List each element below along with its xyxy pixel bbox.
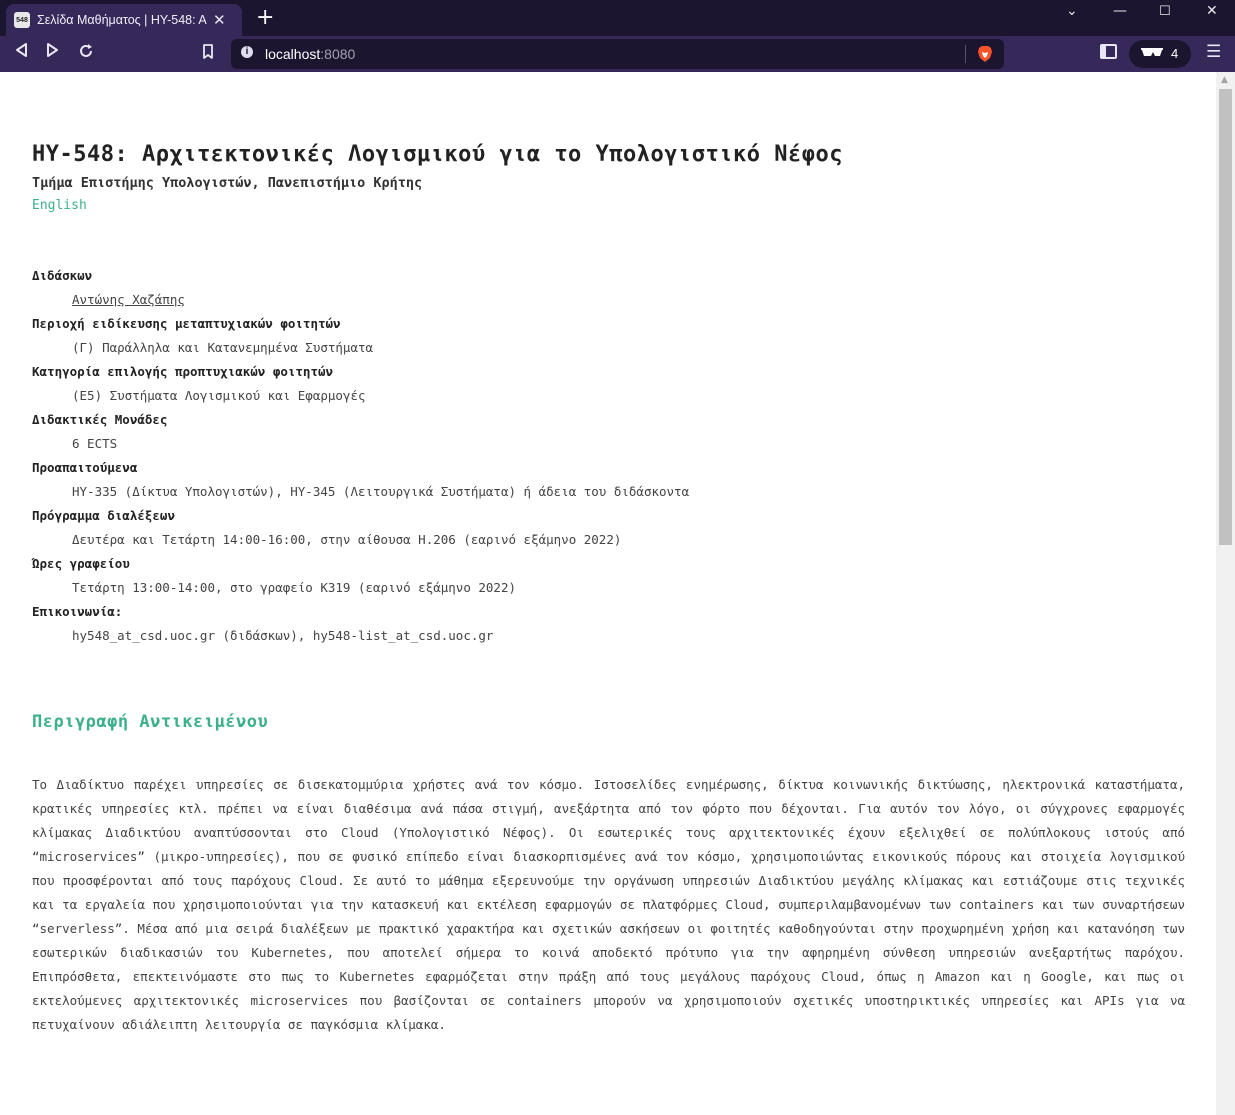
maximize-icon[interactable]: ☐ <box>1159 4 1171 19</box>
info-value-contact: hy548_at_csd.uoc.gr (διδάσκων), hy548-li… <box>72 628 494 643</box>
scroll-up-arrow-icon[interactable]: ▲ <box>1221 75 1228 85</box>
scrollbar-thumb[interactable] <box>1219 89 1232 545</box>
info-value-prerequisites: ΗΥ-335 (Δίκτυα Υπολογιστών), ΗΥ-345 (Λει… <box>72 484 690 499</box>
minimize-icon[interactable]: — <box>1113 3 1127 19</box>
info-value-lecture-schedule: Δευτέρα και Τετάρτη 14:00-16:00, στην αί… <box>72 532 622 547</box>
plus-icon[interactable]: + <box>256 7 274 29</box>
info-label-office-hours: Ώρες γραφείου <box>32 556 130 571</box>
course-description: Το Διαδίκτυο παρέχει υπηρεσίες σε δισεκα… <box>32 777 1185 1032</box>
glasses-icon <box>1141 45 1163 61</box>
info-value-grad-area: (Γ) Παράλληλα και Κατανεμημένα Συστήματα <box>72 340 374 355</box>
info-label-instructor: Διδάσκων <box>32 268 93 283</box>
url-text: localhost:8080 <box>265 46 356 62</box>
bookmark-icon[interactable] <box>202 44 214 65</box>
info-value-undergrad-category: (Ε5) Συστήματα Λογισμικού και Εφαρμογές <box>72 388 366 403</box>
page-title: ΗΥ-548: Αρχιτεκτονικές Λογισμικού για το… <box>32 142 843 167</box>
vertical-scrollbar[interactable]: ▲ <box>1216 72 1235 1115</box>
instructor-link[interactable]: Αντώνης Χαζάπης <box>72 292 185 307</box>
section-title-description: Περιγραφή Αντικειμένου <box>32 712 269 732</box>
course-info-list: Διδάσκων Αντώνης Χαζάπης Περιοχή ειδίκευ… <box>32 264 689 648</box>
address-bar[interactable]: i localhost:8080 <box>231 39 1004 69</box>
info-label-lecture-schedule: Πρόγραμμα διαλέξεων <box>32 508 175 523</box>
close-icon[interactable]: ✕ <box>1206 3 1218 19</box>
divider <box>965 45 966 63</box>
sidebar-icon[interactable] <box>1100 44 1117 59</box>
info-label-prerequisites: Προαπαιτούμενα <box>32 460 138 475</box>
info-label-credits: Διδακτικές Μονάδες <box>32 412 168 427</box>
tab-title: Σελίδα Μαθήματος | ΗΥ-548: Αρχιτεκτονικέ… <box>37 13 207 27</box>
extensions-count: 4 <box>1171 46 1179 61</box>
info-value-instructor: Αντώνης Χαζάπης <box>72 288 689 312</box>
browser-toolbar: i localhost:8080 4 ☰ <box>0 36 1235 72</box>
page-content: ΗΥ-548: Αρχιτεκτονικές Λογισμικού για το… <box>0 72 1216 1115</box>
hamburger-icon[interactable]: ☰ <box>1206 42 1221 62</box>
tab-strip: 548 Σελίδα Μαθήματος | ΗΥ-548: Αρχιτεκτο… <box>0 0 1235 36</box>
close-icon[interactable]: ✕ <box>213 11 226 29</box>
active-tab[interactable]: 548 Σελίδα Μαθήματος | ΗΥ-548: Αρχιτεκτο… <box>6 4 242 36</box>
site-info-icon[interactable]: i <box>241 46 253 58</box>
language-link[interactable]: English <box>32 198 87 213</box>
back-icon[interactable] <box>14 42 28 63</box>
brave-lion-icon[interactable] <box>977 45 993 63</box>
info-label-contact: Επικοινωνία: <box>32 604 123 619</box>
extensions-button[interactable]: 4 <box>1129 40 1191 68</box>
info-label-grad-area: Περιοχή ειδίκευσης μεταπτυχιακών φοιτητώ… <box>32 316 341 331</box>
info-label-undergrad-category: Κατηγορία επιλογής προπτυχιακών φοιτητών <box>32 364 334 379</box>
page-subtitle: Τμήμα Επιστήμης Υπολογιστών, Πανεπιστήμι… <box>32 175 423 191</box>
info-value-office-hours: Τετάρτη 13:00-14:00, στο γραφείο Κ319 (ε… <box>72 580 517 595</box>
chevron-down-icon[interactable]: ⌄ <box>1066 3 1078 19</box>
info-value-credits: 6 ECTS <box>72 436 118 451</box>
tab-favicon-icon: 548 <box>14 12 30 28</box>
forward-icon[interactable] <box>46 42 60 63</box>
reload-icon[interactable] <box>78 43 94 64</box>
